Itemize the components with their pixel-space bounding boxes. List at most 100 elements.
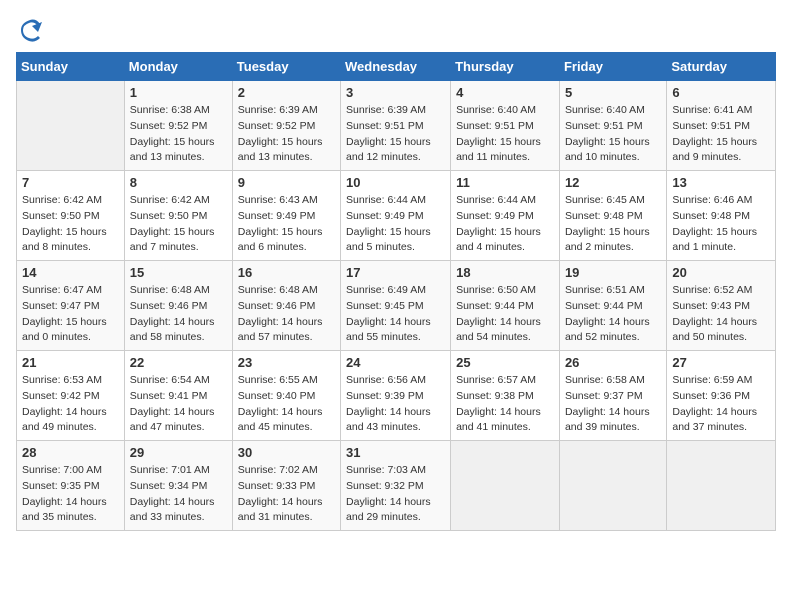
cell-content: Sunrise: 6:42 AM Sunset: 9:50 PM Dayligh… xyxy=(22,193,119,256)
cell-content: Sunrise: 6:53 AM Sunset: 9:42 PM Dayligh… xyxy=(22,373,119,436)
calendar-cell: 1Sunrise: 6:38 AM Sunset: 9:52 PM Daylig… xyxy=(124,81,232,171)
calendar-cell: 8Sunrise: 6:42 AM Sunset: 9:50 PM Daylig… xyxy=(124,171,232,261)
cell-content: Sunrise: 6:50 AM Sunset: 9:44 PM Dayligh… xyxy=(456,283,554,346)
cell-content: Sunrise: 7:00 AM Sunset: 9:35 PM Dayligh… xyxy=(22,463,119,526)
day-number: 23 xyxy=(238,355,335,370)
day-number: 9 xyxy=(238,175,335,190)
day-number: 5 xyxy=(565,85,661,100)
calendar-cell: 11 Sunrise: 6:44 AM Sunset: 9:49 PM Dayli… xyxy=(451,171,560,261)
day-number: 17 xyxy=(346,265,445,280)
calendar-cell xyxy=(667,441,776,531)
day-number: 12 xyxy=(565,175,661,190)
calendar-cell: 13 Sunrise: 6:46 AM Sunset: 9:48 PM Dayli… xyxy=(667,171,776,261)
calendar-cell: 3 Sunrise: 6:39 AM Sunset: 9:51 PM Daylig… xyxy=(341,81,451,171)
day-number: 13 xyxy=(672,175,770,190)
cell-content: Sunrise: 6:58 AM Sunset: 9:37 PM Dayligh… xyxy=(565,373,661,436)
day-number: 4 xyxy=(456,85,554,100)
cell-content: Sunrise: 6:43 AM Sunset: 9:49 PM Dayligh… xyxy=(238,193,335,256)
calendar-header-row: SundayMondayTuesdayWednesdayThursdayFrid… xyxy=(17,53,776,81)
cell-content: Sunrise: 6:48 AM Sunset: 9:46 PM Dayligh… xyxy=(130,283,227,346)
cell-content: Sunrise: 6:49 AM Sunset: 9:45 PM Dayligh… xyxy=(346,283,445,346)
calendar-cell: 14Sunrise: 6:47 AM Sunset: 9:47 PM Dayli… xyxy=(17,261,125,351)
calendar-cell: 30 Sunrise: 7:02 AM Sunset: 9:33 PM Dayli… xyxy=(232,441,340,531)
cell-content: Sunrise: 7:03 AM Sunset: 9:32 PM Dayligh… xyxy=(346,463,445,526)
day-number: 29 xyxy=(130,445,227,460)
header-saturday: Saturday xyxy=(667,53,776,81)
calendar-cell: 9 Sunrise: 6:43 AM Sunset: 9:49 PM Daylig… xyxy=(232,171,340,261)
day-number: 7 xyxy=(22,175,119,190)
calendar-cell: 22Sunrise: 6:54 AM Sunset: 9:41 PM Dayli… xyxy=(124,351,232,441)
calendar-cell: 5 Sunrise: 6:40 AM Sunset: 9:51 PM Daylig… xyxy=(559,81,666,171)
cell-content: Sunrise: 6:39 AM Sunset: 9:51 PM Dayligh… xyxy=(346,103,445,166)
calendar-week-1: 1Sunrise: 6:38 AM Sunset: 9:52 PM Daylig… xyxy=(17,81,776,171)
page-header xyxy=(16,16,776,44)
cell-content: Sunrise: 6:52 AM Sunset: 9:43 PM Dayligh… xyxy=(672,283,770,346)
day-number: 15 xyxy=(130,265,227,280)
calendar-cell: 24 Sunrise: 6:56 AM Sunset: 9:39 PM Dayli… xyxy=(341,351,451,441)
calendar-table: SundayMondayTuesdayWednesdayThursdayFrid… xyxy=(16,52,776,531)
day-number: 6 xyxy=(672,85,770,100)
header-sunday: Sunday xyxy=(17,53,125,81)
cell-content: Sunrise: 7:01 AM Sunset: 9:34 PM Dayligh… xyxy=(130,463,227,526)
calendar-cell: 18 Sunrise: 6:50 AM Sunset: 9:44 PM Dayli… xyxy=(451,261,560,351)
calendar-cell: 27Sunrise: 6:59 AM Sunset: 9:36 PM Dayli… xyxy=(667,351,776,441)
calendar-week-3: 14Sunrise: 6:47 AM Sunset: 9:47 PM Dayli… xyxy=(17,261,776,351)
cell-content: Sunrise: 6:40 AM Sunset: 9:51 PM Dayligh… xyxy=(565,103,661,166)
header-friday: Friday xyxy=(559,53,666,81)
calendar-cell: 17 Sunrise: 6:49 AM Sunset: 9:45 PM Dayli… xyxy=(341,261,451,351)
cell-content: Sunrise: 6:44 AM Sunset: 9:49 PM Dayligh… xyxy=(346,193,445,256)
day-number: 28 xyxy=(22,445,119,460)
cell-content: Sunrise: 6:47 AM Sunset: 9:47 PM Dayligh… xyxy=(22,283,119,346)
calendar-cell: 15 Sunrise: 6:48 AM Sunset: 9:46 PM Dayli… xyxy=(124,261,232,351)
header-tuesday: Tuesday xyxy=(232,53,340,81)
day-number: 30 xyxy=(238,445,335,460)
day-number: 21 xyxy=(22,355,119,370)
header-monday: Monday xyxy=(124,53,232,81)
cell-content: Sunrise: 6:41 AM Sunset: 9:51 PM Dayligh… xyxy=(672,103,770,166)
day-number: 10 xyxy=(346,175,445,190)
day-number: 18 xyxy=(456,265,554,280)
cell-content: Sunrise: 6:55 AM Sunset: 9:40 PM Dayligh… xyxy=(238,373,335,436)
calendar-cell: 28 Sunrise: 7:00 AM Sunset: 9:35 PM Dayli… xyxy=(17,441,125,531)
calendar-cell: 23 Sunrise: 6:55 AM Sunset: 9:40 PM Dayli… xyxy=(232,351,340,441)
day-number: 3 xyxy=(346,85,445,100)
day-number: 24 xyxy=(346,355,445,370)
logo-icon xyxy=(16,16,44,44)
calendar-cell xyxy=(559,441,666,531)
calendar-cell: 31 Sunrise: 7:03 AM Sunset: 9:32 PM Dayli… xyxy=(341,441,451,531)
day-number: 2 xyxy=(238,85,335,100)
cell-content: Sunrise: 6:51 AM Sunset: 9:44 PM Dayligh… xyxy=(565,283,661,346)
day-number: 31 xyxy=(346,445,445,460)
calendar-cell: 7 Sunrise: 6:42 AM Sunset: 9:50 PM Daylig… xyxy=(17,171,125,261)
calendar-cell: 20Sunrise: 6:52 AM Sunset: 9:43 PM Dayli… xyxy=(667,261,776,351)
logo xyxy=(16,16,48,44)
cell-content: Sunrise: 6:46 AM Sunset: 9:48 PM Dayligh… xyxy=(672,193,770,256)
calendar-cell xyxy=(451,441,560,531)
calendar-week-5: 28 Sunrise: 7:00 AM Sunset: 9:35 PM Dayli… xyxy=(17,441,776,531)
day-number: 11 xyxy=(456,175,554,190)
calendar-cell: 4Sunrise: 6:40 AM Sunset: 9:51 PM Daylig… xyxy=(451,81,560,171)
day-number: 19 xyxy=(565,265,661,280)
day-number: 26 xyxy=(565,355,661,370)
header-wednesday: Wednesday xyxy=(341,53,451,81)
cell-content: Sunrise: 6:54 AM Sunset: 9:41 PM Dayligh… xyxy=(130,373,227,436)
cell-content: Sunrise: 6:45 AM Sunset: 9:48 PM Dayligh… xyxy=(565,193,661,256)
calendar-cell: 12 Sunrise: 6:45 AM Sunset: 9:48 PM Dayli… xyxy=(559,171,666,261)
calendar-cell: 16Sunrise: 6:48 AM Sunset: 9:46 PM Dayli… xyxy=(232,261,340,351)
calendar-week-2: 7 Sunrise: 6:42 AM Sunset: 9:50 PM Daylig… xyxy=(17,171,776,261)
cell-content: Sunrise: 6:38 AM Sunset: 9:52 PM Dayligh… xyxy=(130,103,227,166)
calendar-cell: 21 Sunrise: 6:53 AM Sunset: 9:42 PM Dayli… xyxy=(17,351,125,441)
calendar-cell: 6 Sunrise: 6:41 AM Sunset: 9:51 PM Daylig… xyxy=(667,81,776,171)
cell-content: Sunrise: 6:39 AM Sunset: 9:52 PM Dayligh… xyxy=(238,103,335,166)
cell-content: Sunrise: 6:48 AM Sunset: 9:46 PM Dayligh… xyxy=(238,283,335,346)
header-thursday: Thursday xyxy=(451,53,560,81)
cell-content: Sunrise: 6:57 AM Sunset: 9:38 PM Dayligh… xyxy=(456,373,554,436)
cell-content: Sunrise: 6:44 AM Sunset: 9:49 PM Dayligh… xyxy=(456,193,554,256)
day-number: 8 xyxy=(130,175,227,190)
calendar-cell: 10 Sunrise: 6:44 AM Sunset: 9:49 PM Dayli… xyxy=(341,171,451,261)
cell-content: Sunrise: 7:02 AM Sunset: 9:33 PM Dayligh… xyxy=(238,463,335,526)
calendar-cell: 19 Sunrise: 6:51 AM Sunset: 9:44 PM Dayli… xyxy=(559,261,666,351)
cell-content: Sunrise: 6:59 AM Sunset: 9:36 PM Dayligh… xyxy=(672,373,770,436)
calendar-cell: 29 Sunrise: 7:01 AM Sunset: 9:34 PM Dayli… xyxy=(124,441,232,531)
cell-content: Sunrise: 6:56 AM Sunset: 9:39 PM Dayligh… xyxy=(346,373,445,436)
